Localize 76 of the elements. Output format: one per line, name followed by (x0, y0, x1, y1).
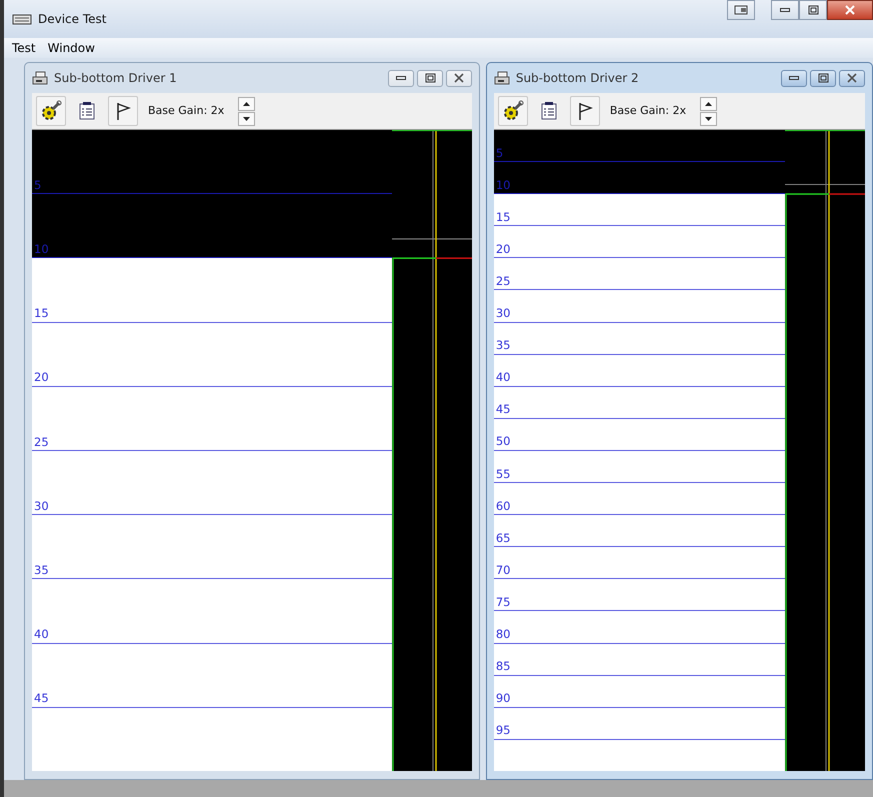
window-icon (734, 4, 748, 16)
gain-label: Base Gain: 2x (148, 102, 224, 119)
settings-button[interactable] (498, 96, 528, 126)
spin-down-button[interactable] (700, 112, 718, 126)
depth-label: 5 (33, 180, 42, 194)
printer-icon (494, 71, 510, 85)
depth-label: 70 (494, 564, 510, 578)
switch-window-button[interactable] (727, 0, 755, 20)
gear-icon (40, 100, 62, 122)
minimize-button[interactable] (771, 0, 799, 20)
close-icon (845, 72, 859, 84)
depth-label: 20 (494, 244, 510, 258)
depth-label: 45 (33, 693, 49, 707)
depth-label: 30 (494, 308, 510, 322)
gain-label: Base Gain: 2x (610, 102, 686, 119)
depth-label: 10 (33, 244, 49, 258)
spin-up-button[interactable] (238, 96, 256, 110)
depth-label: 65 (494, 532, 510, 546)
keyboard-icon (12, 13, 32, 25)
close-icon (452, 72, 466, 84)
depth-label: 30 (33, 500, 49, 514)
maximize-button[interactable] (416, 70, 443, 86)
maximize-icon (806, 4, 820, 16)
down-arrow-icon (243, 116, 250, 120)
depth-label: 90 (494, 693, 510, 707)
menu-item[interactable]: Test (12, 39, 36, 57)
maximize-button[interactable] (810, 70, 836, 86)
child-window-title: Sub-bottom Driver 2 (516, 70, 639, 87)
minimize-button[interactable] (781, 70, 807, 86)
close-button[interactable] (446, 70, 472, 86)
depth-label: 55 (494, 468, 510, 482)
child-window-title: Sub-bottom Driver 1 (54, 70, 177, 87)
flag-button[interactable] (108, 96, 138, 126)
list-icon (540, 102, 557, 120)
close-button[interactable] (827, 0, 873, 20)
spin-down-button[interactable] (238, 112, 256, 126)
window-title: Device Test (38, 11, 106, 28)
depth-label: 25 (33, 436, 49, 450)
depth-label: 35 (494, 340, 510, 354)
printer-icon (32, 71, 48, 85)
depth-label: 60 (494, 500, 510, 514)
depth-label: 85 (494, 661, 510, 675)
close-button[interactable] (839, 70, 865, 86)
depth-label: 35 (33, 564, 49, 578)
up-arrow-icon (243, 102, 250, 106)
spin-up-button[interactable] (700, 96, 718, 110)
maximize-icon (816, 72, 830, 84)
list-icon (79, 102, 95, 120)
close-icon (843, 4, 857, 16)
depth-label: 5 (494, 148, 504, 162)
depth-label: 40 (33, 629, 49, 643)
depth-label: 15 (33, 308, 49, 322)
gear-icon (502, 100, 524, 122)
depth-label: 80 (494, 629, 510, 642)
depth-label: 75 (494, 596, 510, 610)
depth-label: 20 (33, 372, 49, 386)
depth-label: 50 (494, 436, 510, 450)
down-arrow-icon (705, 116, 712, 120)
flag-button[interactable] (570, 96, 600, 126)
depth-label: 45 (494, 404, 510, 418)
depth-label: 95 (494, 725, 510, 739)
minimize-icon (780, 8, 790, 12)
flag-icon (115, 102, 131, 120)
flag-icon (576, 102, 593, 120)
maximize-icon (422, 72, 437, 84)
depth-label: 15 (494, 212, 510, 226)
menu-item[interactable]: Window (48, 39, 95, 57)
up-arrow-icon (705, 102, 712, 106)
minimize-icon (789, 76, 799, 80)
settings-button[interactable] (36, 96, 66, 126)
depth-label: 25 (494, 276, 510, 290)
minimize-icon (396, 76, 406, 80)
minimize-button[interactable] (388, 70, 414, 86)
depth-label: 10 (494, 180, 510, 194)
depth-label: 40 (494, 372, 510, 386)
maximize-button[interactable] (799, 0, 827, 20)
